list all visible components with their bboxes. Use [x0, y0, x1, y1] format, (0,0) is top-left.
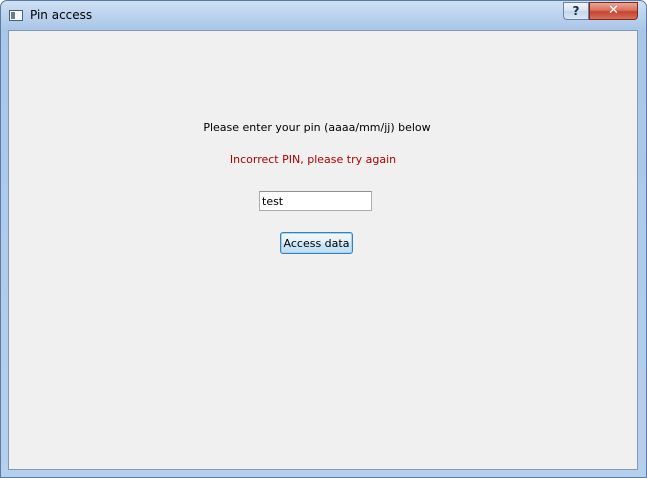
pin-prompt-label: Please enter your pin (aaaa/mm/jj) below: [203, 121, 431, 134]
close-button[interactable]: ✕: [589, 2, 638, 20]
question-mark-icon: ?: [572, 4, 580, 18]
access-data-button[interactable]: Access data: [280, 232, 353, 254]
title-bar[interactable]: Pin access ? ✕: [1, 1, 646, 30]
dialog-window: Pin access ? ✕ Please enter your pin (aa…: [0, 0, 647, 478]
help-button[interactable]: ?: [563, 2, 589, 20]
close-icon: ✕: [608, 3, 619, 18]
pin-input[interactable]: [259, 191, 372, 211]
error-message: Incorrect PIN, please try again: [229, 153, 397, 166]
dialog-content: Please enter your pin (aaaa/mm/jj) below…: [8, 30, 638, 470]
app-window-icon: [9, 10, 23, 21]
window-title: Pin access: [30, 8, 93, 22]
